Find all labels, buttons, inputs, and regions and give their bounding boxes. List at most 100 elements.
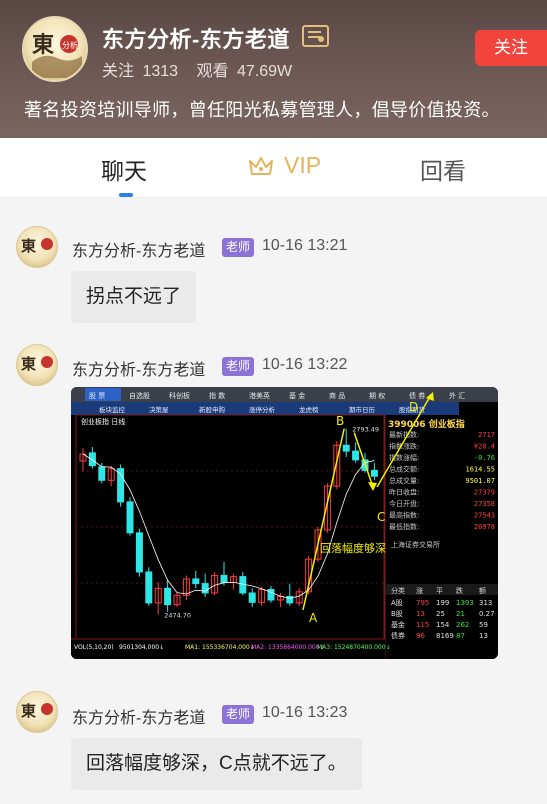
candle-body — [352, 450, 360, 461]
market-cell: 313 — [479, 599, 492, 607]
chart-submenu-item: 决策屋 — [149, 405, 169, 414]
candle-body — [220, 574, 228, 583]
message-bubble: 回落幅度够深，C点就不远了。 — [71, 738, 362, 790]
market-col-header: 额 — [479, 586, 486, 595]
channel-name: 东方分析-东方老道 — [102, 27, 290, 52]
certified-icon — [302, 25, 329, 47]
chart-menu-item: 外 汇 — [449, 391, 465, 400]
market-cell: 262 — [456, 621, 469, 629]
market-cell: 0.27 — [479, 610, 495, 618]
annotation-text: 回落幅度够深 — [320, 541, 386, 555]
market-cell: 795 — [416, 599, 429, 607]
quote-value: ¥20.4 — [474, 443, 495, 451]
market-header: 上海证券交易所 — [391, 540, 440, 549]
active-tab-indicator — [119, 193, 133, 197]
message-bubble: 拐点不远了 — [71, 271, 197, 323]
market-col-header: 分类 — [391, 586, 405, 595]
tab-vip[interactable]: VIP — [248, 152, 321, 179]
annotation-point-d: D — [409, 400, 418, 414]
view-count-label: 观看 — [196, 63, 229, 80]
market-col-header: 涨 — [416, 586, 423, 595]
index-title: 399006 创业板指 — [388, 418, 465, 430]
chart-menu-item: 科创板 — [169, 391, 190, 400]
follow-count: 1313 — [142, 63, 179, 80]
candle-body — [164, 587, 172, 606]
quote-value: 1614.55 — [465, 466, 495, 474]
tab-replay[interactable]: 回看 — [420, 152, 466, 186]
teacher-badge: 老师 — [222, 705, 254, 724]
channel-header: 東 分析 东方分析-东方老道 关注 1313 观看 47.69W 关注 著名投资… — [0, 0, 547, 138]
chart-menu-item: 港美英 — [249, 391, 270, 400]
annotation-point-c: C — [377, 510, 385, 524]
candle-body — [126, 501, 134, 534]
market-cell: A股 — [391, 599, 403, 607]
chart-image[interactable]: 股 票 自选股 科创板 指 数 港美英 基 金 商 品 期 权 债 券 外 汇 板块监控 决策屋 新股… — [71, 387, 498, 659]
chart-submenu-item: 期市日历 — [349, 405, 376, 414]
svg-text:東: 東 — [21, 355, 36, 373]
chart-menu-item: 指 数 — [209, 391, 225, 400]
market-cell: 25 — [436, 610, 445, 618]
quote-value: 27379 — [474, 489, 495, 497]
candle-body — [98, 466, 106, 481]
svg-text:東: 東 — [21, 237, 36, 255]
high-label: 2793.49 — [352, 426, 379, 434]
avatar[interactable]: 東 — [16, 691, 58, 733]
quote-value: 26978 — [474, 523, 495, 531]
follow-count-label: 关注 — [102, 63, 135, 80]
sender-name: 东方分析-东方老道 — [72, 710, 206, 727]
annotation-point-b: B — [336, 414, 344, 428]
quote-label: 最低指数: — [389, 522, 419, 531]
volume-value: MA1: 155336704.000↓ — [185, 644, 255, 651]
volume-value: MA2: 1335864000.000↓ — [251, 644, 325, 651]
candle-body — [248, 592, 256, 603]
market-cell: 59 — [479, 621, 488, 629]
chart-menu-item: 股 票 — [89, 392, 105, 400]
quote-label: 最新指数: — [389, 430, 419, 439]
chart-submenu-item: 龙虎榜 — [299, 405, 319, 414]
candle-body — [145, 571, 153, 604]
avatar[interactable]: 東 — [16, 344, 58, 386]
follow-button[interactable]: 关注 — [475, 30, 547, 66]
quote-label: 今日开盘: — [389, 499, 419, 508]
market-cell: 87 — [456, 632, 465, 640]
svg-text:東: 東 — [32, 32, 54, 58]
candle-body — [201, 583, 209, 594]
low-label: 2474.70 — [164, 612, 191, 620]
market-cell: 199 — [436, 599, 449, 607]
quote-label: 总成交额: — [389, 465, 419, 474]
volume-label: VOL(5,10,20) — [74, 644, 114, 651]
market-cell: 1393 — [456, 599, 474, 607]
market-cell: 债券 — [391, 631, 405, 640]
market-cell: 96 — [416, 632, 425, 640]
message-time: 10-16 13:22 — [262, 356, 348, 373]
quote-value: 9501.07 — [465, 477, 495, 485]
quote-value: 2717 — [478, 431, 495, 439]
teacher-badge: 老师 — [222, 357, 254, 376]
candle-body — [267, 588, 275, 601]
tab-bar: 聊天 VIP 回看 — [0, 138, 547, 198]
chart-menu-item: 债 券 — [409, 391, 425, 400]
chart-menu-item: 自选股 — [129, 391, 150, 400]
market-col-header: 跌 — [456, 586, 463, 595]
svg-text:分析: 分析 — [62, 40, 78, 50]
channel-logo[interactable]: 東 分析 — [22, 16, 88, 82]
tab-chat[interactable]: 聊天 — [101, 152, 147, 186]
chart-title: 创业板指 日线 — [81, 417, 125, 426]
volume-value: MA3: 1524870400.000↓ — [317, 644, 391, 651]
market-cell: 115 — [416, 621, 429, 629]
market-cell: 13 — [479, 632, 488, 640]
market-cell: B股 — [391, 610, 403, 618]
tab-vip-label: VIP — [284, 152, 322, 178]
chart-menu-item: 商 品 — [329, 391, 345, 400]
volume-value: 9501304.000↓ — [119, 644, 164, 651]
candle-body — [192, 578, 200, 585]
quote-value: 27543 — [474, 512, 495, 520]
stock-chart: 股 票 自选股 科创板 指 数 港美英 基 金 商 品 期 权 债 券 外 汇 板块监控 决策屋 新股… — [71, 387, 498, 659]
quote-value: -0.76 — [474, 454, 495, 462]
market-cell: 13 — [416, 610, 425, 618]
quote-label: 指数涨跌: — [389, 442, 419, 451]
candle-body — [342, 444, 350, 452]
quote-label: 总成交量: — [389, 476, 419, 485]
avatar[interactable]: 東 — [16, 226, 58, 268]
crown-icon — [249, 156, 273, 175]
